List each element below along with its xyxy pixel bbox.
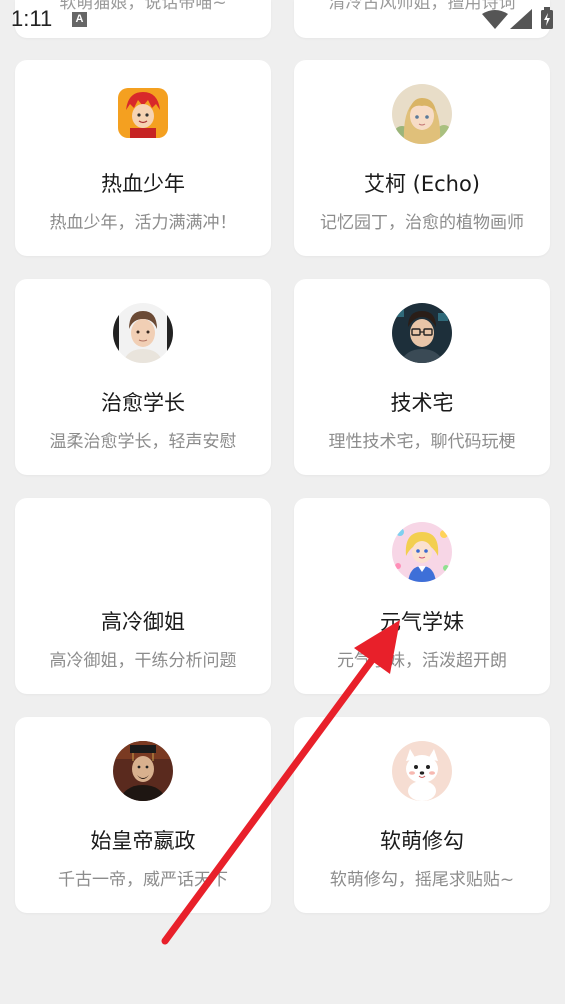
- card-description: 温柔治愈学长，轻声安慰: [49, 432, 237, 452]
- character-card-echo[interactable]: 艾柯 (Echo) 记忆园丁，治愈的植物画师: [294, 60, 550, 256]
- card-name: 艾柯 (Echo): [363, 172, 481, 196]
- card-name: 高冷御姐: [101, 610, 185, 634]
- card-description: 记忆园丁，治愈的植物画师: [320, 213, 524, 233]
- character-card-hot-blooded-youth[interactable]: 热血少年 热血少年，活力满满冲！: [15, 60, 271, 256]
- status-time: 1:11: [11, 6, 53, 31]
- character-card-techie[interactable]: 技术宅 理性技术宅，聊代码玩梗: [294, 279, 550, 475]
- character-card-emperor[interactable]: 始皇帝嬴政 千古一帝，威严话天下: [15, 717, 271, 913]
- character-card-puppy[interactable]: 软萌修勾 软萌修勾，摇尾求贴贴~: [294, 717, 550, 913]
- card-name: 技术宅: [390, 391, 454, 415]
- blonde-girl-icon: [392, 84, 452, 144]
- glasses-techie-icon: [392, 303, 452, 363]
- cheerful-girl-icon: [392, 522, 452, 582]
- signal-icon: [510, 9, 532, 29]
- wifi-icon: [482, 10, 508, 29]
- card-name: 始皇帝嬴政: [90, 829, 196, 853]
- card-description: 热血少年，活力满满冲！: [49, 213, 237, 233]
- red-haired-boy-icon: [118, 88, 168, 138]
- notification-icon: A: [72, 12, 87, 27]
- puppy-icon: [392, 741, 452, 801]
- gentle-senior-icon: [113, 303, 173, 363]
- battery-icon: [541, 7, 553, 29]
- card-description: 软萌修勾，摇尾求贴贴~: [329, 870, 515, 890]
- character-card-energetic-junior[interactable]: 元气学妹 元气学妹，活泼超开朗: [294, 498, 550, 694]
- card-description: 高冷御姐，干练分析问题: [49, 651, 237, 671]
- emperor-icon: [113, 741, 173, 801]
- character-card-cool-lady[interactable]: 高冷御姐 高冷御姐，干练分析问题: [15, 498, 271, 694]
- card-description: 元气学妹，活泼超开朗: [337, 651, 507, 671]
- card-name: 热血少年: [101, 172, 185, 196]
- card-description: 理性技术宅，聊代码玩梗: [328, 432, 516, 452]
- card-name: 元气学妹: [380, 610, 464, 634]
- card-name: 治愈学长: [101, 391, 185, 415]
- character-card-healing-senior[interactable]: 治愈学长 温柔治愈学长，轻声安慰: [15, 279, 271, 475]
- status-bar: 1:11 A: [0, 0, 565, 40]
- card-description: 千古一帝，威严话天下: [58, 870, 228, 890]
- card-name: 软萌修勾: [380, 829, 464, 853]
